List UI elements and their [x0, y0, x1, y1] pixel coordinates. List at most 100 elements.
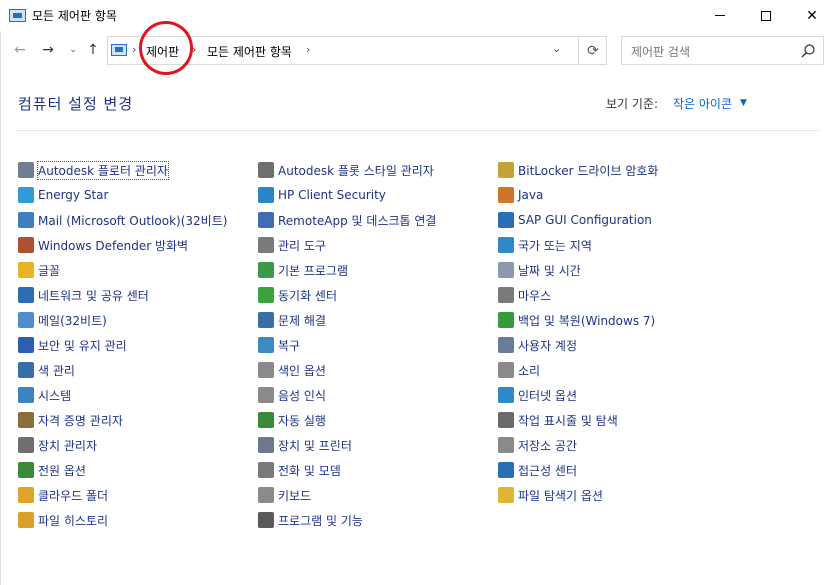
close-button[interactable]: ✕: [789, 0, 835, 31]
control-panel-item-label: RemoteApp 및 데스크톱 연결: [278, 213, 437, 228]
java-icon: [498, 187, 514, 203]
control-panel-item[interactable]: 문제 해결: [258, 310, 326, 330]
up-button[interactable]: ↑: [84, 41, 102, 59]
control-panel-item-label: 기본 프로그램: [278, 263, 349, 278]
breadcrumb-all-items[interactable]: 모든 제어판 항목: [207, 43, 292, 60]
control-panel-item-label: 메일(32비트): [38, 313, 107, 328]
control-panel-item-label: 동기화 센터: [278, 288, 338, 303]
control-panel-item[interactable]: HP Client Security: [258, 185, 386, 205]
window-title: 모든 제어판 항목: [32, 9, 117, 23]
taskbar-icon: [498, 412, 514, 428]
control-panel-item-label: Mail (Microsoft Outlook)(32비트): [38, 213, 228, 228]
control-panel-item[interactable]: 파일 탐색기 옵션: [498, 485, 603, 505]
control-panel-item[interactable]: 음성 인식: [258, 385, 326, 405]
storage-spaces-icon: [498, 437, 514, 453]
control-panel-item[interactable]: Autodesk 플로터 관리자: [18, 160, 169, 180]
control-panel-item[interactable]: 접근성 센터: [498, 460, 577, 480]
device-manager-icon: [18, 437, 34, 453]
control-panel-item[interactable]: Autodesk 플롯 스타일 관리자: [258, 160, 434, 180]
control-panel-item[interactable]: Java: [498, 185, 543, 205]
control-panel-item-label: 관리 도구: [278, 238, 326, 253]
control-panel-item[interactable]: 전화 및 모뎀: [258, 460, 341, 480]
control-panel-item[interactable]: SAP GUI Configuration: [498, 210, 652, 230]
breadcrumb-separator-icon[interactable]: ›: [132, 43, 136, 56]
control-panel-item[interactable]: 백업 및 복원(Windows 7): [498, 310, 655, 330]
control-panel-item[interactable]: Mail (Microsoft Outlook)(32비트): [18, 210, 227, 230]
title-bar: 모든 제어판 항목 ✕: [0, 0, 835, 31]
admin-tools-icon: [258, 237, 274, 253]
control-panel-item[interactable]: 키보드: [258, 485, 311, 505]
control-panel-item[interactable]: Energy Star: [18, 185, 108, 205]
back-button[interactable]: ←: [11, 41, 29, 59]
control-panel-item-label: Java: [518, 188, 544, 202]
control-panel-item-label: 네트워크 및 공유 센터: [38, 288, 149, 303]
control-panel-item[interactable]: 장치 및 프린터: [258, 435, 352, 455]
control-panel-item-label: 글꼴: [38, 263, 61, 278]
cloud-folder-icon: [18, 487, 34, 503]
control-panel-item-label: 자동 실행: [278, 413, 326, 428]
control-panel-item-label: Autodesk 플롯 스타일 관리자: [278, 163, 434, 178]
control-panel-item[interactable]: 날짜 및 시간: [498, 260, 581, 280]
control-panel-item-label: 복구: [278, 338, 301, 353]
control-panel-item[interactable]: 시스템: [18, 385, 71, 405]
remoteapp-icon: [258, 212, 274, 228]
control-panel-item[interactable]: 기본 프로그램: [258, 260, 348, 280]
flag-icon: [18, 337, 34, 353]
energy-star-icon: [18, 187, 34, 203]
firewall-icon: [18, 237, 34, 253]
refresh-button[interactable]: ⟳: [578, 37, 607, 64]
page-title: 컴퓨터 설정 변경: [18, 95, 134, 113]
control-panel-item[interactable]: 소리: [498, 360, 540, 380]
minimize-button[interactable]: [697, 0, 743, 31]
network-icon: [18, 287, 34, 303]
breadcrumb-separator-icon[interactable]: ›: [306, 43, 310, 56]
control-panel-item[interactable]: 프로그램 및 기능: [258, 510, 363, 530]
control-panel-item[interactable]: BitLocker 드라이브 암호화: [498, 160, 658, 180]
microphone-icon: [258, 387, 274, 403]
control-panel-item[interactable]: 국가 또는 지역: [498, 235, 592, 255]
view-by-dropdown[interactable]: 작은 아이콘: [673, 95, 732, 112]
control-panel-item[interactable]: 클라우드 폴더: [18, 485, 108, 505]
control-panel-item[interactable]: 사용자 계정: [498, 335, 577, 355]
control-panel-item[interactable]: 마우스: [498, 285, 551, 305]
control-panel-item[interactable]: 색인 옵션: [258, 360, 326, 380]
forward-button[interactable]: →: [39, 41, 57, 59]
control-panel-item[interactable]: 관리 도구: [258, 235, 326, 255]
control-panel-item[interactable]: 장치 관리자: [18, 435, 97, 455]
sap-icon: [498, 212, 514, 228]
keyboard-icon: [258, 487, 274, 503]
control-panel-item-label: 장치 관리자: [38, 438, 98, 453]
search-input[interactable]: 제어판 검색: [621, 36, 824, 65]
control-panel-item[interactable]: 자동 실행: [258, 410, 326, 430]
control-panel-item[interactable]: Windows Defender 방화벽: [18, 235, 188, 255]
control-panel-item-label: HP Client Security: [278, 188, 386, 202]
caret-down-icon[interactable]: ▼: [740, 98, 747, 108]
control-panel-item[interactable]: 동기화 센터: [258, 285, 337, 305]
control-panel-item-label: 백업 및 복원(Windows 7): [518, 313, 656, 328]
control-panel-item-label: 파일 히스토리: [38, 513, 109, 528]
control-panel-item[interactable]: 메일(32비트): [18, 310, 107, 330]
control-panel-item[interactable]: 파일 히스토리: [18, 510, 108, 530]
control-panel-item[interactable]: RemoteApp 및 데스크톱 연결: [258, 210, 436, 230]
control-panel-item[interactable]: 색 관리: [18, 360, 75, 380]
control-panel-item-label: 색 관리: [38, 363, 75, 378]
divider: [16, 130, 819, 131]
control-panel-icon: [111, 44, 127, 56]
control-panel-icon: [9, 9, 26, 22]
control-panel-item[interactable]: 작업 표시줄 및 탐색: [498, 410, 618, 430]
maximize-button[interactable]: [743, 0, 789, 31]
hp-security-icon: [258, 187, 274, 203]
control-panel-item[interactable]: 자격 증명 관리자: [18, 410, 123, 430]
chevron-down-icon[interactable]: ⌄: [552, 42, 561, 55]
autoplay-icon: [258, 412, 274, 428]
programs-icon: [258, 512, 274, 528]
control-panel-item[interactable]: 보안 및 유지 관리: [18, 335, 127, 355]
recent-locations-button[interactable]: ⌄: [64, 41, 82, 59]
control-panel-item[interactable]: 저장소 공간: [498, 435, 577, 455]
control-panel-item[interactable]: 네트워크 및 공유 센터: [18, 285, 149, 305]
control-panel-item[interactable]: 전원 옵션: [18, 460, 86, 480]
control-panel-item[interactable]: 인터넷 옵션: [498, 385, 577, 405]
control-panel-item[interactable]: 복구: [258, 335, 300, 355]
search-icon[interactable]: [800, 43, 816, 59]
control-panel-item[interactable]: 글꼴: [18, 260, 60, 280]
